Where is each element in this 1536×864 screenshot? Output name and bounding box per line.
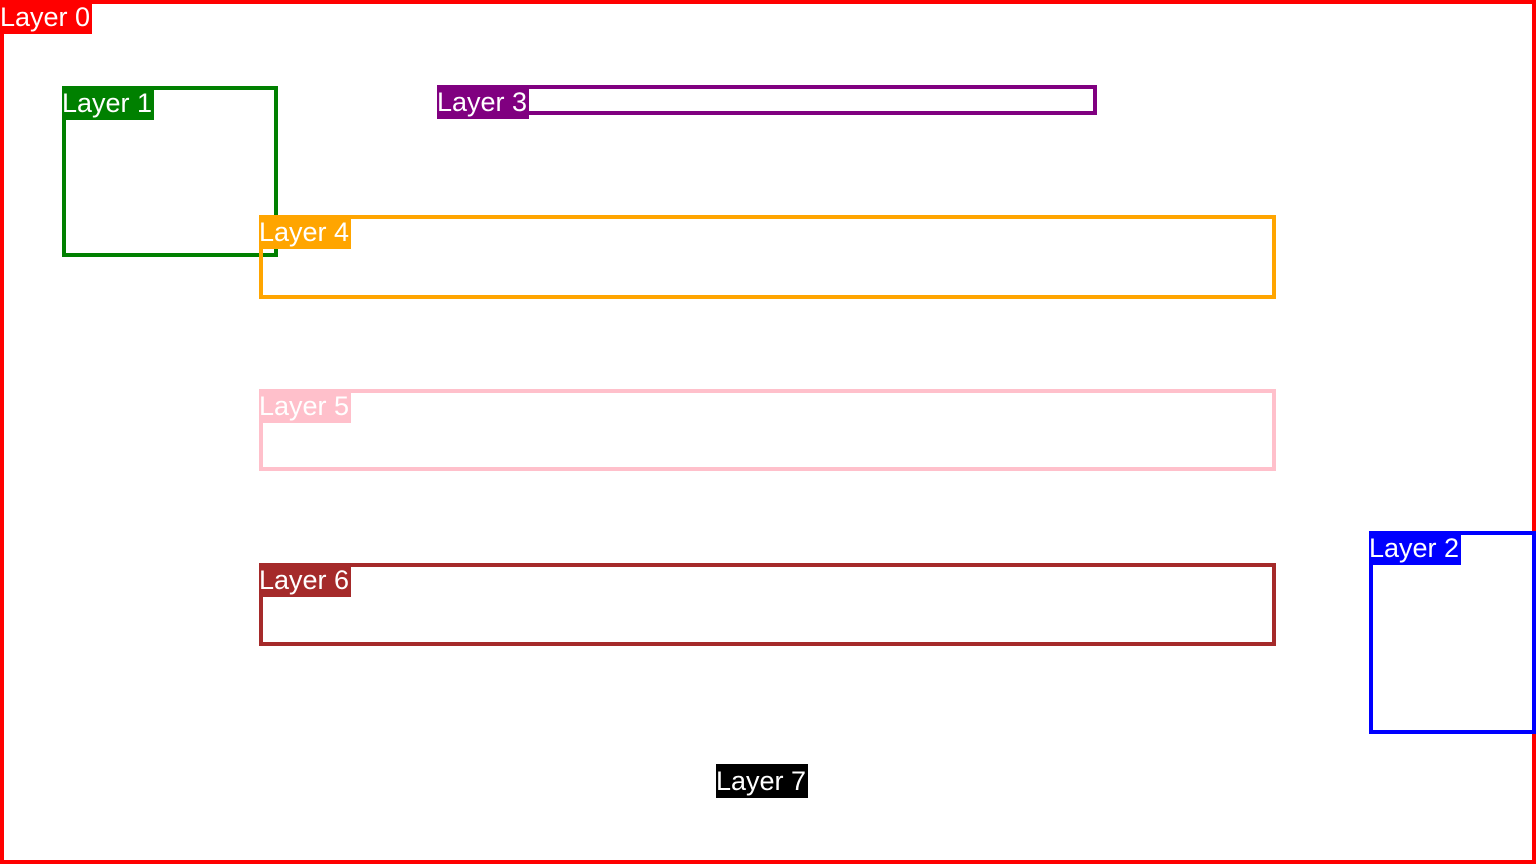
layer-5-box: Layer 5 [259, 389, 1276, 471]
layer-1-box: Layer 1 [62, 86, 278, 257]
layer-6-box: Layer 6 [259, 563, 1276, 646]
layer-1-label: Layer 1 [62, 86, 155, 120]
layer-2-box: Layer 2 [1369, 531, 1536, 734]
layer-3-label: Layer 3 [437, 85, 530, 119]
layer-3-box: Layer 3 [437, 85, 1097, 119]
layer-6-label: Layer 6 [259, 563, 352, 597]
layer-4-box: Layer 4 [259, 215, 1276, 299]
layer-0-label: Layer 0 [0, 0, 93, 34]
layer-2-label: Layer 2 [1369, 531, 1462, 565]
layer-4-label: Layer 4 [259, 215, 352, 249]
layer-5-label: Layer 5 [259, 389, 352, 423]
layer-7-label: Layer 7 [716, 764, 809, 798]
